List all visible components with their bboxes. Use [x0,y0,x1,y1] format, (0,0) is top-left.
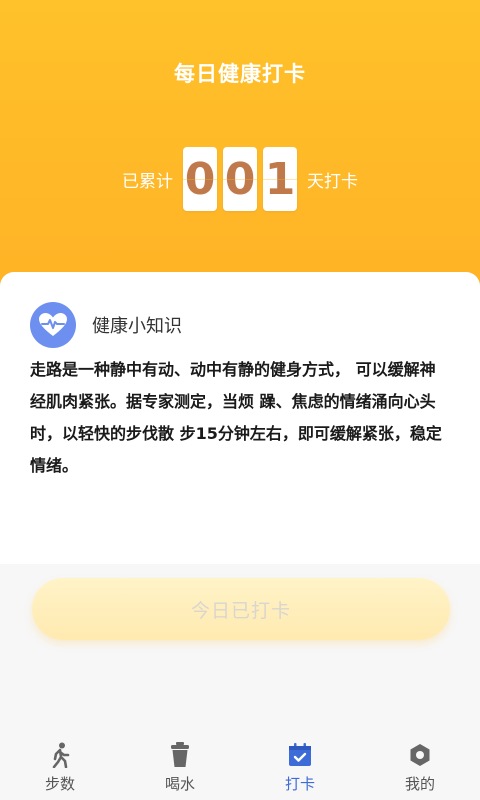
tab-label: 步数 [44,775,75,793]
tab-label: 打卡 [284,775,315,793]
tab-profile[interactable]: 我的 [360,730,480,800]
bottom-tab-bar: 步数 喝水 打卡 我的 [0,730,480,800]
cup-icon [167,742,193,768]
health-tips-card: 健康小知识 走路是一种静中有动、动中有静的健身方式， 可以缓解神经肌肉紧张。据专… [0,272,480,564]
tab-checkin[interactable]: 打卡 [240,730,360,800]
checkin-counter: 已累计 0 0 1 天打卡 [0,146,480,212]
calendar-check-icon [287,742,313,768]
header-banner: 每日健康打卡 已累计 0 0 1 天打卡 [0,0,480,300]
profile-gear-icon [407,742,433,768]
tips-header: 健康小知识 [30,302,182,348]
tab-label: 我的 [404,775,435,793]
walk-icon [47,742,73,768]
counter-suffix: 天打卡 [307,171,358,192]
tab-label: 喝水 [164,775,195,793]
counter-prefix: 已累计 [122,171,173,192]
counter-digit: 0 [183,147,217,211]
tab-water[interactable]: 喝水 [120,730,240,800]
counter-digits: 0 0 1 [183,147,297,211]
tab-steps[interactable]: 步数 [0,730,120,800]
checkin-button[interactable]: 今日已打卡 [32,578,450,640]
heart-pulse-icon [30,302,76,348]
tips-title: 健康小知识 [92,316,182,337]
page-title: 每日健康打卡 [174,62,306,86]
counter-digit: 1 [263,147,297,211]
counter-digit: 0 [223,147,257,211]
tips-text: 走路是一种静中有动、动中有静的健身方式， 可以缓解神经肌肉紧张。据专家测定，当烦… [30,360,442,475]
